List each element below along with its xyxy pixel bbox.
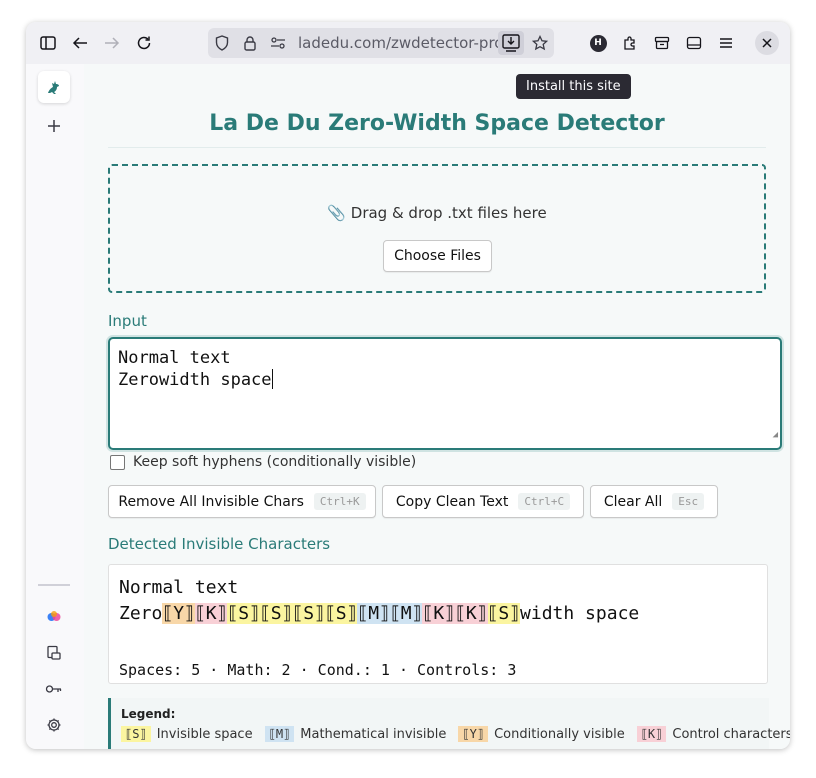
soft-hyphen-label: Keep soft hyphens (conditionally visible… bbox=[133, 454, 417, 470]
url-bar[interactable]: ladedu.com/zwdetector-pro/ bbox=[208, 28, 554, 58]
soft-hyphen-option[interactable]: Keep soft hyphens (conditionally visible… bbox=[110, 454, 416, 470]
input-line-2: Zerowidth space bbox=[118, 370, 272, 390]
page-title: La De Du Zero-Width Space Detector bbox=[209, 111, 665, 136]
profile-avatar[interactable]: H bbox=[586, 31, 610, 55]
output-suffix: width space bbox=[520, 603, 640, 624]
detected-output: Normal text Zero⟦Y⟧⟦K⟧⟦S⟧⟦S⟧⟦S⟧⟦S⟧⟦M⟧⟦M⟧… bbox=[108, 564, 768, 684]
input-label: Input bbox=[108, 312, 147, 330]
install-tooltip: Install this site bbox=[516, 74, 631, 99]
soft-hyphen-checkbox[interactable] bbox=[110, 454, 125, 470]
marker-math: ⟦M⟧ bbox=[357, 603, 390, 624]
legend-items: ⟦S⟧ Invisible space ⟦M⟧ Mathematical inv… bbox=[121, 726, 790, 742]
input-line-1: Normal text bbox=[118, 348, 231, 368]
container-icon[interactable] bbox=[650, 31, 674, 55]
clear-all-label: Clear All bbox=[603, 493, 663, 510]
output-prefix: Zero bbox=[119, 603, 163, 624]
detected-label: Detected Invisible Characters bbox=[108, 535, 331, 553]
legend-conditional-label: Conditionally visible bbox=[494, 726, 625, 742]
marker-space: ⟦S⟧ bbox=[259, 603, 293, 624]
marker-control: ⟦K⟧ bbox=[422, 603, 455, 624]
legend-box: Legend: ⟦S⟧ Invisible space ⟦M⟧ Mathemat… bbox=[108, 698, 790, 749]
reader-view-icon[interactable] bbox=[682, 31, 706, 55]
gear-icon[interactable] bbox=[42, 713, 66, 737]
menu-icon[interactable] bbox=[714, 31, 738, 55]
extensions-icon[interactable] bbox=[618, 31, 642, 55]
clear-all-button[interactable]: Clear All Esc bbox=[590, 485, 718, 518]
file-dropzone[interactable]: 📎 Drag & drop .txt files here Choose Fil… bbox=[108, 164, 766, 293]
output-line-2: Zero⟦Y⟧⟦K⟧⟦S⟧⟦S⟧⟦S⟧⟦S⟧⟦M⟧⟦M⟧⟦K⟧⟦K⟧⟦S⟧wid… bbox=[119, 601, 757, 627]
plus-icon[interactable] bbox=[42, 114, 66, 138]
dropzone-text: 📎 Drag & drop .txt files here bbox=[327, 204, 547, 222]
sidebar-toggle-icon[interactable] bbox=[36, 31, 60, 55]
remove-invisible-button[interactable]: Remove All Invisible Chars Ctrl+K bbox=[108, 485, 376, 518]
marker-conditional: ⟦Y⟧ bbox=[162, 603, 195, 624]
shield-icon[interactable] bbox=[212, 33, 232, 53]
marker-control: ⟦K⟧ bbox=[194, 603, 228, 624]
clear-all-shortcut: Esc bbox=[672, 493, 705, 510]
legend-math-marker: ⟦M⟧ bbox=[264, 726, 295, 742]
page-icon[interactable] bbox=[42, 641, 66, 665]
text-caret bbox=[271, 369, 273, 389]
browser-toolbar: ladedu.com/zwdetector-pro/ H bbox=[26, 22, 790, 64]
marker-control: ⟦K⟧ bbox=[455, 603, 488, 624]
marker-space: ⟦S⟧ bbox=[227, 603, 260, 624]
input-textarea[interactable]: Normal text Zerowidth space ◢ bbox=[108, 337, 782, 450]
choose-files-button[interactable]: Choose Files bbox=[383, 240, 492, 272]
kangaroo-logo-icon[interactable] bbox=[38, 71, 70, 103]
star-icon[interactable] bbox=[530, 33, 550, 53]
forward-icon[interactable] bbox=[100, 31, 124, 55]
reload-icon[interactable] bbox=[132, 31, 156, 55]
key-icon[interactable] bbox=[42, 677, 66, 701]
url-text[interactable]: ladedu.com/zwdetector-pro/ bbox=[298, 34, 512, 52]
lock-icon[interactable] bbox=[240, 33, 260, 53]
resize-handle-icon[interactable]: ◢ bbox=[773, 424, 778, 446]
legend-conditional-marker: ⟦Y⟧ bbox=[458, 726, 489, 742]
page-content: La De Du Zero-Width Space Detector 📎 Dra… bbox=[84, 64, 790, 749]
permissions-icon[interactable] bbox=[268, 33, 288, 53]
copy-clean-text-shortcut: Ctrl+C bbox=[518, 493, 571, 510]
title-divider bbox=[108, 147, 766, 148]
output-line-1: Normal text bbox=[119, 577, 239, 598]
browser-sidebar bbox=[26, 64, 85, 749]
legend-math-label: Mathematical invisible bbox=[300, 726, 447, 742]
copy-clean-text-label: Copy Clean Text bbox=[395, 493, 509, 510]
legend-control-marker: ⟦K⟧ bbox=[636, 726, 667, 742]
legend-control-label: Control characters bbox=[672, 726, 790, 742]
marker-space: ⟦S⟧ bbox=[487, 603, 521, 624]
sidebar-divider bbox=[38, 584, 70, 586]
back-icon[interactable] bbox=[68, 31, 92, 55]
marker-math: ⟦M⟧ bbox=[389, 603, 423, 624]
legend-space-label: Invisible space bbox=[156, 726, 253, 742]
remove-invisible-shortcut: Ctrl+K bbox=[313, 493, 366, 510]
profile-initial: H bbox=[589, 34, 607, 52]
browser-window: ladedu.com/zwdetector-pro/ H Install thi… bbox=[26, 22, 790, 749]
install-icon[interactable] bbox=[498, 31, 524, 55]
close-icon[interactable] bbox=[755, 31, 779, 55]
marker-space: ⟦S⟧ bbox=[292, 603, 325, 624]
legend-title: Legend: bbox=[121, 707, 176, 721]
remove-invisible-label: Remove All Invisible Chars bbox=[118, 493, 304, 510]
copy-clean-text-button[interactable]: Copy Clean Text Ctrl+C bbox=[382, 485, 584, 518]
marker-space: ⟦S⟧ bbox=[324, 603, 358, 624]
copilot-icon[interactable] bbox=[42, 605, 66, 629]
legend-space-marker: ⟦S⟧ bbox=[121, 726, 151, 742]
detection-stats: Spaces: 5 · Math: 2 · Cond.: 1 · Control… bbox=[119, 661, 517, 679]
